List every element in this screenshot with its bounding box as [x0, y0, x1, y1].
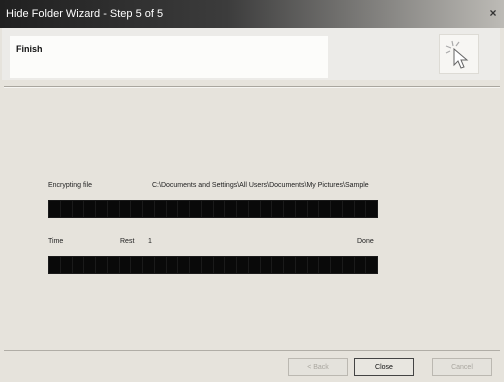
progress-segment: [260, 257, 272, 273]
progress-segment: [131, 257, 142, 273]
progress-segment: [295, 201, 307, 217]
progress-segment: [354, 257, 366, 273]
footer-divider: [4, 350, 500, 351]
progress-segment: [260, 201, 272, 217]
progress-segment: [213, 201, 225, 217]
progress-segment: [319, 257, 330, 273]
progress-segment: [166, 201, 178, 217]
progress-segment: [307, 201, 319, 217]
progress-segment: [342, 257, 354, 273]
progress-segment: [154, 257, 166, 273]
progress-segment: [96, 201, 107, 217]
file-progress-bar: [48, 200, 378, 218]
progress-segment: [307, 257, 319, 273]
time-left-label: Rest: [120, 238, 135, 245]
header-divider-highlight: [4, 87, 500, 88]
progress-segment: [284, 257, 295, 273]
progress-segment: [96, 257, 107, 273]
progress-segment: [72, 257, 84, 273]
progress-segment: [225, 201, 236, 217]
progress-segment: [248, 257, 260, 273]
progress-segment: [166, 257, 178, 273]
progress-segment: [60, 201, 72, 217]
progress-segment: [190, 257, 201, 273]
progress-segment: [201, 257, 213, 273]
progress-segment: [295, 257, 307, 273]
progress-segment: [119, 201, 131, 217]
window-title: Hide Folder Wizard - Step 5 of 5: [6, 8, 164, 20]
progress-segment: [143, 257, 154, 273]
time-left-value: 1: [148, 238, 152, 245]
close-window-button[interactable]: ×: [486, 6, 500, 20]
back-button[interactable]: < Back: [288, 358, 348, 376]
progress-segment: [201, 201, 213, 217]
progress-segment: [284, 201, 295, 217]
progress-segment: [331, 257, 342, 273]
progress-segment: [49, 201, 60, 217]
progress-segment: [213, 257, 225, 273]
progress-segment: [331, 201, 342, 217]
cursor-click-icon: [445, 40, 469, 69]
progress-segment: [248, 201, 260, 217]
progress-segment: [119, 257, 131, 273]
total-progress-bar: [48, 256, 378, 274]
progress-segment: [131, 201, 142, 217]
progress-segment: [272, 257, 283, 273]
progress-segment: [143, 201, 154, 217]
close-button[interactable]: Close: [354, 358, 414, 376]
progress-segment: [319, 201, 330, 217]
progress-segment: [237, 257, 248, 273]
progress-segment: [178, 257, 189, 273]
progress-segment: [366, 257, 377, 273]
progress-segment: [154, 201, 166, 217]
progress-segment: [84, 201, 95, 217]
wizard-icon-box: [439, 34, 479, 74]
progress-segment: [60, 257, 72, 273]
page-title: Finish: [16, 44, 43, 54]
header-title-panel: [10, 36, 328, 78]
current-file-path: C:\Documents and Settings\All Users\Docu…: [152, 182, 369, 189]
progress-segment: [84, 257, 95, 273]
progress-segment: [272, 201, 283, 217]
wizard-header: Finish: [2, 28, 500, 80]
status-label: Done: [357, 238, 374, 245]
progress-segment: [237, 201, 248, 217]
progress-segment: [190, 201, 201, 217]
progress-segment: [107, 201, 119, 217]
progress-segment: [72, 201, 84, 217]
cancel-button[interactable]: Cancel: [432, 358, 492, 376]
progress-segment: [49, 257, 60, 273]
progress-segment: [354, 201, 366, 217]
time-label: Time: [48, 238, 64, 245]
progress-segment: [225, 257, 236, 273]
encrypting-label: Encrypting file: [48, 182, 92, 189]
progress-segment: [342, 201, 354, 217]
title-bar: Hide Folder Wizard - Step 5 of 5 ×: [0, 0, 504, 28]
progress-segment: [107, 257, 119, 273]
progress-segment: [366, 201, 377, 217]
progress-segment: [178, 201, 189, 217]
